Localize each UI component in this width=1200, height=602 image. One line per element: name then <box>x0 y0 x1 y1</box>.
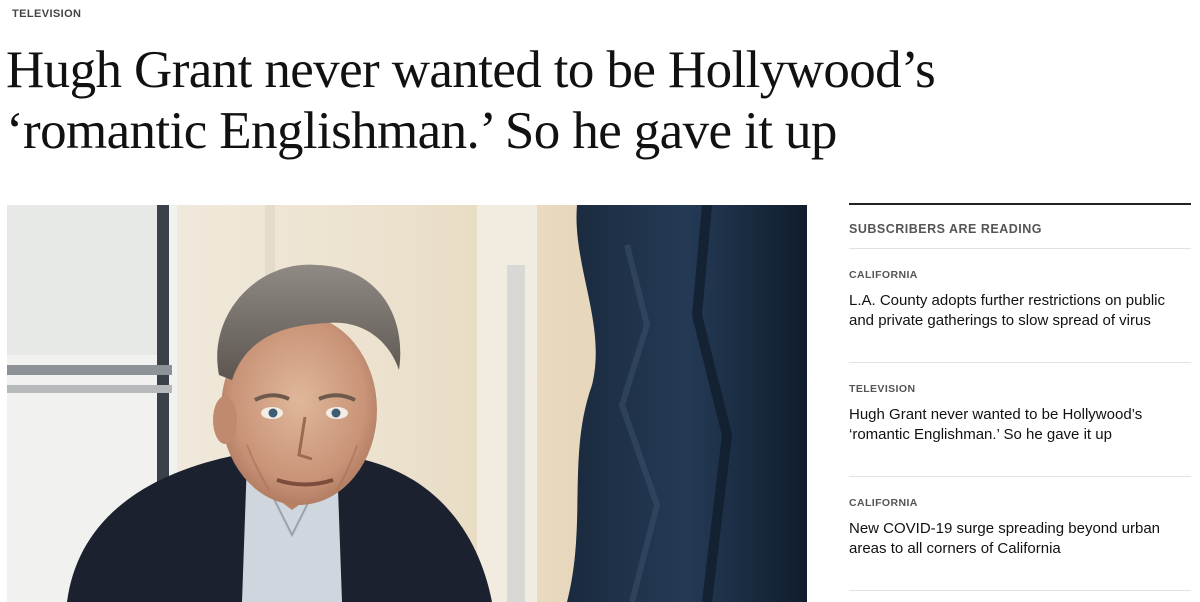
story-section-tag[interactable]: CALIFORNIA <box>849 497 918 509</box>
hero-photo[interactable] <box>7 205 807 602</box>
story-title-link[interactable]: Hugh Grant never wanted to be Hollywood’… <box>849 405 1191 445</box>
sidebar-heading: SUBSCRIBERS ARE READING <box>849 205 1191 249</box>
sidebar-story[interactable]: CALIFORNIA L.A. County adopts further re… <box>849 249 1191 363</box>
subscribers-reading-panel: SUBSCRIBERS ARE READING CALIFORNIA L.A. … <box>849 203 1191 591</box>
story-title-link[interactable]: L.A. County adopts further restrictions … <box>849 291 1191 331</box>
sidebar-story[interactable]: TELEVISION Hugh Grant never wanted to be… <box>849 363 1191 477</box>
sidebar-story[interactable]: CALIFORNIA New COVID-19 surge spreading … <box>849 477 1191 591</box>
story-title-link[interactable]: New COVID-19 surge spreading beyond urba… <box>849 519 1191 559</box>
story-section-tag[interactable]: CALIFORNIA <box>849 269 918 281</box>
article-headline: Hugh Grant never wanted to be Hollywood’… <box>6 41 936 160</box>
story-section-tag[interactable]: TELEVISION <box>849 383 915 395</box>
section-tag-link[interactable]: TELEVISION <box>12 8 81 20</box>
portrait-image <box>7 205 807 602</box>
